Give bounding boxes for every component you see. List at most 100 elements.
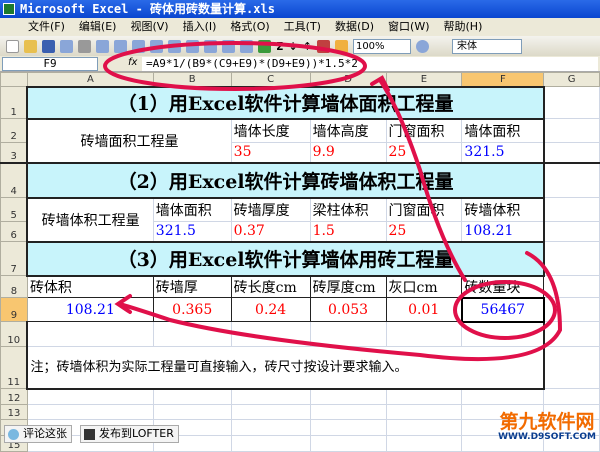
note-cell[interactable]: 注；砖墙体积为实际工程量可直接输入，砖尺寸按设计要求输入。 [26, 346, 545, 390]
cell[interactable] [461, 388, 545, 405]
column-header[interactable]: D [309, 72, 387, 87]
print-icon[interactable] [78, 39, 91, 53]
cell[interactable] [543, 197, 600, 222]
menu-insert[interactable]: 插入(I) [183, 18, 217, 36]
header-cell[interactable]: 砖长度cm [230, 275, 311, 298]
cell[interactable] [230, 419, 311, 436]
chart-wizard-icon[interactable] [316, 39, 330, 53]
sort-desc-icon[interactable]: ↑ [303, 40, 312, 53]
research-icon[interactable] [132, 39, 145, 53]
cell[interactable] [309, 435, 387, 452]
formula-input[interactable]: =A9*1/(B9*(C9+E9)*(D9+E9))*1.5*2 [142, 57, 598, 71]
row-header[interactable]: 5 [0, 197, 28, 222]
spelling-icon[interactable] [114, 39, 127, 53]
column-header[interactable]: A [26, 72, 154, 87]
header-cell[interactable]: 门窗面积 [385, 197, 463, 222]
print-preview-icon[interactable] [96, 39, 109, 53]
cell[interactable] [543, 142, 600, 163]
header-cell[interactable]: 墙体长度 [230, 118, 311, 143]
value-cell[interactable]: 25 [385, 142, 463, 163]
name-box[interactable]: F9 [2, 57, 98, 71]
cell[interactable] [461, 321, 545, 347]
font-select[interactable]: 宋体 [451, 38, 522, 54]
value-cell[interactable]: 0.24 [230, 297, 311, 322]
redo-icon[interactable] [240, 39, 253, 53]
row-header[interactable]: 9 [0, 297, 28, 322]
header-cell[interactable]: 墙体面积 [152, 197, 232, 222]
menu-tools[interactable]: 工具(T) [284, 18, 321, 36]
column-header[interactable]: G [543, 72, 600, 87]
header-cell[interactable]: 墙体高度 [309, 118, 387, 143]
header-cell[interactable]: 墙体面积 [461, 118, 545, 143]
menu-window[interactable]: 窗口(W) [388, 18, 429, 36]
value-cell[interactable]: 1.5 [309, 221, 387, 242]
cell[interactable] [230, 435, 311, 452]
value-cell[interactable]: 9.9 [309, 142, 387, 163]
row-header[interactable]: 12 [0, 388, 28, 405]
row-header[interactable]: 13 [0, 404, 28, 420]
row-header[interactable]: 7 [0, 241, 28, 276]
header-cell[interactable]: 门窗面积 [385, 118, 463, 143]
row-header[interactable]: 2 [0, 118, 28, 143]
cell[interactable] [309, 404, 387, 420]
cell[interactable] [543, 388, 600, 405]
row-header[interactable]: 4 [0, 162, 28, 198]
cell[interactable] [152, 388, 232, 405]
cell[interactable] [152, 321, 232, 347]
zoom-select[interactable]: 100% [352, 38, 411, 54]
cell[interactable] [230, 388, 311, 405]
column-header[interactable]: B [152, 72, 232, 87]
result-cell[interactable]: 321.5 [461, 142, 545, 163]
column-header[interactable]: C [230, 72, 311, 87]
cell[interactable] [385, 321, 463, 347]
menu-edit[interactable]: 编辑(E) [79, 18, 117, 36]
cell[interactable] [385, 388, 463, 405]
section-3-title[interactable]: （3）用Excel软件计算墙体用砖工程量 [26, 240, 545, 277]
sort-asc-icon[interactable]: ↓ [289, 40, 298, 53]
publish-lofter-button[interactable]: 发布到LOFTER [80, 425, 179, 443]
menu-view[interactable]: 视图(V) [130, 18, 168, 36]
cell[interactable] [385, 404, 463, 420]
header-cell[interactable]: 砖数量块 [461, 275, 545, 298]
row-header[interactable]: 8 [0, 275, 28, 298]
cell[interactable] [543, 321, 600, 347]
cell[interactable] [230, 321, 311, 347]
cell[interactable] [543, 346, 600, 389]
save-icon[interactable] [42, 39, 55, 53]
value-cell[interactable]: 0.053 [309, 297, 387, 322]
paste-icon[interactable] [186, 39, 199, 53]
autosum-icon[interactable]: Σ [276, 40, 284, 53]
s2-label-cell[interactable]: 砖墙体积工程量 [26, 197, 154, 243]
permission-icon[interactable] [60, 39, 73, 53]
cell[interactable] [543, 162, 600, 198]
row-header[interactable]: 10 [0, 321, 28, 347]
cut-icon[interactable] [150, 39, 163, 53]
open-icon[interactable] [24, 39, 37, 53]
value-cell[interactable]: 25 [385, 221, 463, 242]
menu-help[interactable]: 帮助(H) [444, 18, 483, 36]
menu-file[interactable]: 文件(F) [28, 18, 65, 36]
cell[interactable] [26, 404, 154, 420]
column-header[interactable]: F [461, 72, 545, 87]
section-1-title[interactable]: （1）用Excel软件计算墙体面积工程量 [26, 85, 545, 120]
cell[interactable] [543, 118, 600, 143]
result-cell[interactable]: 108.21 [461, 221, 545, 242]
format-painter-icon[interactable] [204, 39, 217, 53]
cell[interactable] [543, 275, 600, 298]
row-header[interactable]: 1 [0, 86, 28, 119]
row-header[interactable]: 6 [0, 221, 28, 242]
copy-icon[interactable] [168, 39, 181, 53]
value-cell[interactable]: 0.37 [230, 221, 311, 242]
row-header[interactable]: 3 [0, 142, 28, 163]
value-cell[interactable]: 0.01 [385, 297, 463, 322]
fx-icon[interactable]: fx [128, 57, 137, 68]
cell[interactable] [309, 388, 387, 405]
new-icon[interactable] [6, 39, 19, 53]
header-cell[interactable]: 灰口cm [385, 275, 463, 298]
cell[interactable] [543, 241, 600, 276]
value-cell[interactable]: 0.365 [152, 297, 232, 322]
cell[interactable] [230, 404, 311, 420]
cell[interactable] [385, 419, 463, 436]
cell[interactable] [543, 86, 600, 119]
menu-format[interactable]: 格式(O) [230, 18, 269, 36]
